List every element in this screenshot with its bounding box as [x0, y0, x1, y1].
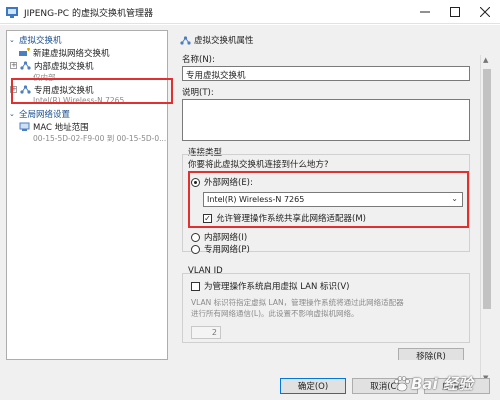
switch-manager-icon	[6, 7, 18, 18]
checkbox-empty-icon	[191, 281, 200, 291]
new-switch-icon	[19, 48, 30, 56]
tree-item-label: 新建虚拟网络交换机	[33, 48, 110, 59]
notes-label: 说明(T):	[182, 88, 214, 98]
tree-item-internal-switch[interactable]: + 内部虚拟交换机	[10, 60, 94, 72]
radio-label: 专用网络(P)	[204, 245, 250, 255]
highlight-annotation	[11, 78, 173, 104]
switch-properties-pane: 虚拟交换机属性 名称(N): 专用虚拟交换机 说明(T): 连接类型 你要将此虚…	[176, 30, 476, 360]
checkbox-label: 为管理操作系统启用虚拟 LAN 标识(V)	[204, 282, 350, 292]
internal-network-radio[interactable]: 内部网络(I)	[191, 231, 247, 243]
collapse-arrow-icon: ⌄	[9, 35, 15, 44]
title-bar[interactable]: JIPENG-PC 的虚拟交换机管理器	[0, 0, 500, 24]
scroll-up-icon[interactable]: ▲	[483, 56, 488, 64]
properties-scrollbar[interactable]: ▲ ▼	[480, 55, 493, 385]
maximize-button[interactable]	[440, 0, 470, 24]
connection-question: 你要将此虚拟交换机连接到什么地方?	[188, 160, 329, 170]
properties-title: 虚拟交换机属性	[194, 36, 254, 46]
highlight-annotation	[188, 171, 469, 228]
vlan-description: VLAN 标识符指定虚拟 LAN，管理操作系统将通过此网络适配器 进行所有网络通…	[191, 297, 476, 319]
radio-unselected-icon	[191, 244, 200, 254]
tree-item-label: MAC 地址范围	[33, 122, 89, 133]
section-label: 虚拟交换机	[19, 35, 62, 46]
name-field[interactable]: 专用虚拟交换机	[182, 66, 470, 81]
expand-icon[interactable]: +	[10, 62, 17, 69]
radio-unselected-icon	[191, 232, 200, 242]
watermark-text: Bai 经验	[411, 375, 473, 393]
enable-vlan-checkbox[interactable]: 为管理操作系统启用虚拟 LAN 标识(V)	[191, 280, 349, 292]
tree-item-label: 内部虚拟交换机	[34, 61, 94, 72]
minimize-icon	[420, 11, 430, 13]
vlan-description-line: VLAN 标识符指定虚拟 LAN，管理操作系统将通过此网络适配器	[191, 298, 404, 307]
section-global-network[interactable]: ⌄ 全局网络设置	[9, 108, 71, 120]
window-title: JIPENG-PC 的虚拟交换机管理器	[24, 9, 153, 19]
name-label: 名称(N):	[182, 55, 215, 65]
collapse-arrow-icon: ⌄	[9, 109, 15, 118]
scroll-thumb[interactable]	[483, 69, 491, 309]
switch-icon	[20, 61, 31, 70]
section-label: 全局网络设置	[19, 109, 71, 120]
close-button[interactable]	[470, 0, 500, 24]
tree-item-new-switch[interactable]: 新建虚拟网络交换机	[19, 47, 110, 59]
tree-item-mac-range[interactable]: MAC 地址范围	[19, 121, 89, 133]
properties-header: 虚拟交换机属性	[180, 34, 254, 46]
baidu-watermark: Bai 经验	[393, 373, 473, 394]
notes-field[interactable]	[182, 99, 470, 141]
section-virtual-switches[interactable]: ⌄ 虚拟交换机	[9, 34, 62, 46]
maximize-icon	[450, 7, 460, 17]
vlan-description-line: 进行所有网络通信(L)。此设置不影响虚拟机网络。	[191, 309, 359, 318]
ok-button[interactable]: 确定(O)	[280, 378, 346, 394]
close-icon	[480, 7, 490, 17]
tree-item-sub: 00-15-5D-02-F9-00 到 00-15-5D-0...	[33, 134, 167, 143]
radio-label: 内部网络(I)	[204, 233, 248, 243]
switch-icon	[180, 35, 191, 45]
minimize-button[interactable]	[410, 0, 440, 24]
mac-address-icon	[19, 122, 30, 131]
vlan-id-input[interactable]: 2	[191, 326, 221, 339]
paw-logo-icon	[394, 375, 410, 391]
remove-button[interactable]: 移除(R)	[398, 348, 464, 360]
private-network-radio[interactable]: 专用网络(P)	[191, 243, 250, 255]
